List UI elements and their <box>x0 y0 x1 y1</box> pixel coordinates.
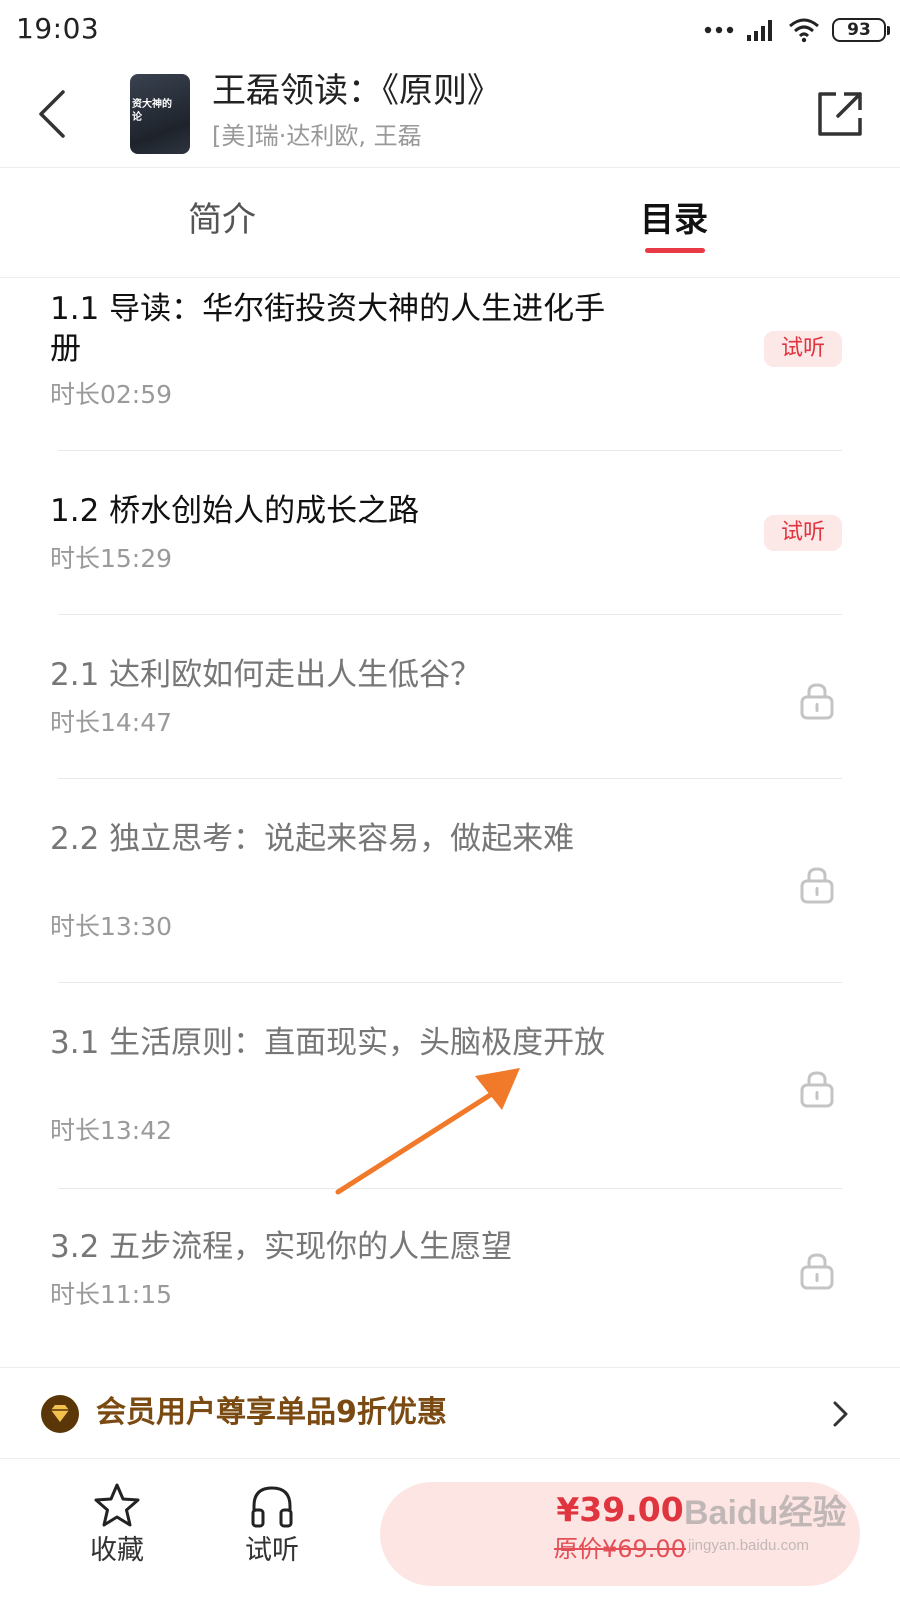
book-authors: [美]瑞·达利欧, 王磊 <box>212 122 422 150</box>
episode-item[interactable]: 3.2 五步流程，实现你的人生愿望 时长11:15 <box>0 1189 900 1367</box>
title-block: 王磊领读：《原则》 [美]瑞·达利欧, 王磊 <box>212 68 772 154</box>
episode-item[interactable]: 2.1 达利欧如何走出人生低谷？ 时长14:47 <box>0 615 900 779</box>
episode-list[interactable]: 1.1 导读：华尔街投资大神的人生进化手册 时长02:59 试听 1.2 桥水创… <box>0 279 900 1367</box>
episode-title: 3.2 五步流程，实现你的人生愿望 <box>50 1229 513 1265</box>
bottom-action-bar: 收藏 试听 ¥39.00 原价¥69.00 <box>0 1460 900 1600</box>
member-discount-banner[interactable]: 会员用户尊享单品9折优惠 <box>0 1367 900 1459</box>
trial-listen-button[interactable]: 试听 <box>222 1482 322 1582</box>
lock-icon <box>800 867 834 904</box>
episode-duration: 时长13:30 <box>50 912 173 941</box>
member-diamond-icon <box>41 1395 79 1433</box>
trial-badge[interactable]: 试听 <box>764 515 842 551</box>
member-discount-text: 会员用户尊享单品9折优惠 <box>96 1395 447 1430</box>
episode-title: 2.1 达利欧如何走出人生低谷？ <box>50 657 482 693</box>
status-time: 19:03 <box>16 12 100 45</box>
episode-item[interactable]: 3.1 生活原则：直面现实，头脑极度开放 时长13:42 <box>0 983 900 1189</box>
episode-title: 1.2 桥水创始人的成长之路 <box>50 493 420 529</box>
favorite-button[interactable]: 收藏 <box>67 1482 167 1582</box>
episode-duration: 时长13:42 <box>50 1116 173 1145</box>
episode-duration: 时长02:59 <box>50 380 173 409</box>
chevron-left-icon <box>39 90 65 138</box>
back-button[interactable] <box>30 86 74 142</box>
book-title: 王磊领读：《原则》 <box>212 71 501 111</box>
lock-icon <box>800 1253 834 1290</box>
more-dots-icon <box>704 26 734 34</box>
headphones-icon <box>251 1486 293 1528</box>
signal-icon <box>747 20 772 41</box>
tab-intro[interactable]: 简介 <box>188 198 256 242</box>
episode-title: 3.1 生活原则：直面现实，头脑极度开放 <box>50 1025 606 1061</box>
battery-level: 93 <box>847 20 871 40</box>
tab-bar: 简介 目录 <box>0 168 900 278</box>
status-icons: 93 <box>704 14 890 46</box>
episode-duration: 时长15:29 <box>50 544 173 573</box>
buy-button[interactable]: ¥39.00 原价¥69.00 <box>380 1482 860 1586</box>
episode-item[interactable]: 2.2 独立思考：说起来容易，做起来难 时长13:30 <box>0 779 900 983</box>
trial-badge[interactable]: 试听 <box>764 331 842 367</box>
episode-item[interactable]: 1.1 导读：华尔街投资大神的人生进化手册 时长02:59 试听 <box>0 279 900 451</box>
share-button[interactable] <box>814 88 866 140</box>
active-tab-indicator <box>645 248 705 253</box>
header: 资大神的 论 王磊领读：《原则》 [美]瑞·达利欧, 王磊 <box>0 62 900 168</box>
episode-title: 1.1 导读：华尔街投资大神的人生进化手册 <box>50 291 606 367</box>
star-outline-icon <box>94 1483 140 1527</box>
favorite-label: 收藏 <box>90 1535 144 1566</box>
episode-duration: 时长14:47 <box>50 708 173 737</box>
chevron-right-icon <box>833 1401 848 1427</box>
lock-icon <box>800 683 834 720</box>
episode-duration: 时长11:15 <box>50 1280 173 1309</box>
battery-indicator: 93 <box>832 18 890 42</box>
episode-item[interactable]: 1.2 桥水创始人的成长之路 时长15:29 试听 <box>0 451 900 615</box>
status-bar: 19:03 93 <box>0 0 900 62</box>
episode-title: 2.2 独立思考：说起来容易，做起来难 <box>50 821 575 857</box>
book-cover[interactable]: 资大神的 论 <box>130 74 190 154</box>
buy-price: ¥39.00 <box>556 1490 684 1529</box>
original-price: 原价¥69.00 <box>554 1535 686 1563</box>
lock-icon <box>800 1071 834 1108</box>
tab-catalog[interactable]: 目录 <box>640 198 708 242</box>
trial-listen-label: 试听 <box>245 1535 299 1566</box>
wifi-icon <box>789 18 819 43</box>
share-external-icon <box>818 92 862 136</box>
